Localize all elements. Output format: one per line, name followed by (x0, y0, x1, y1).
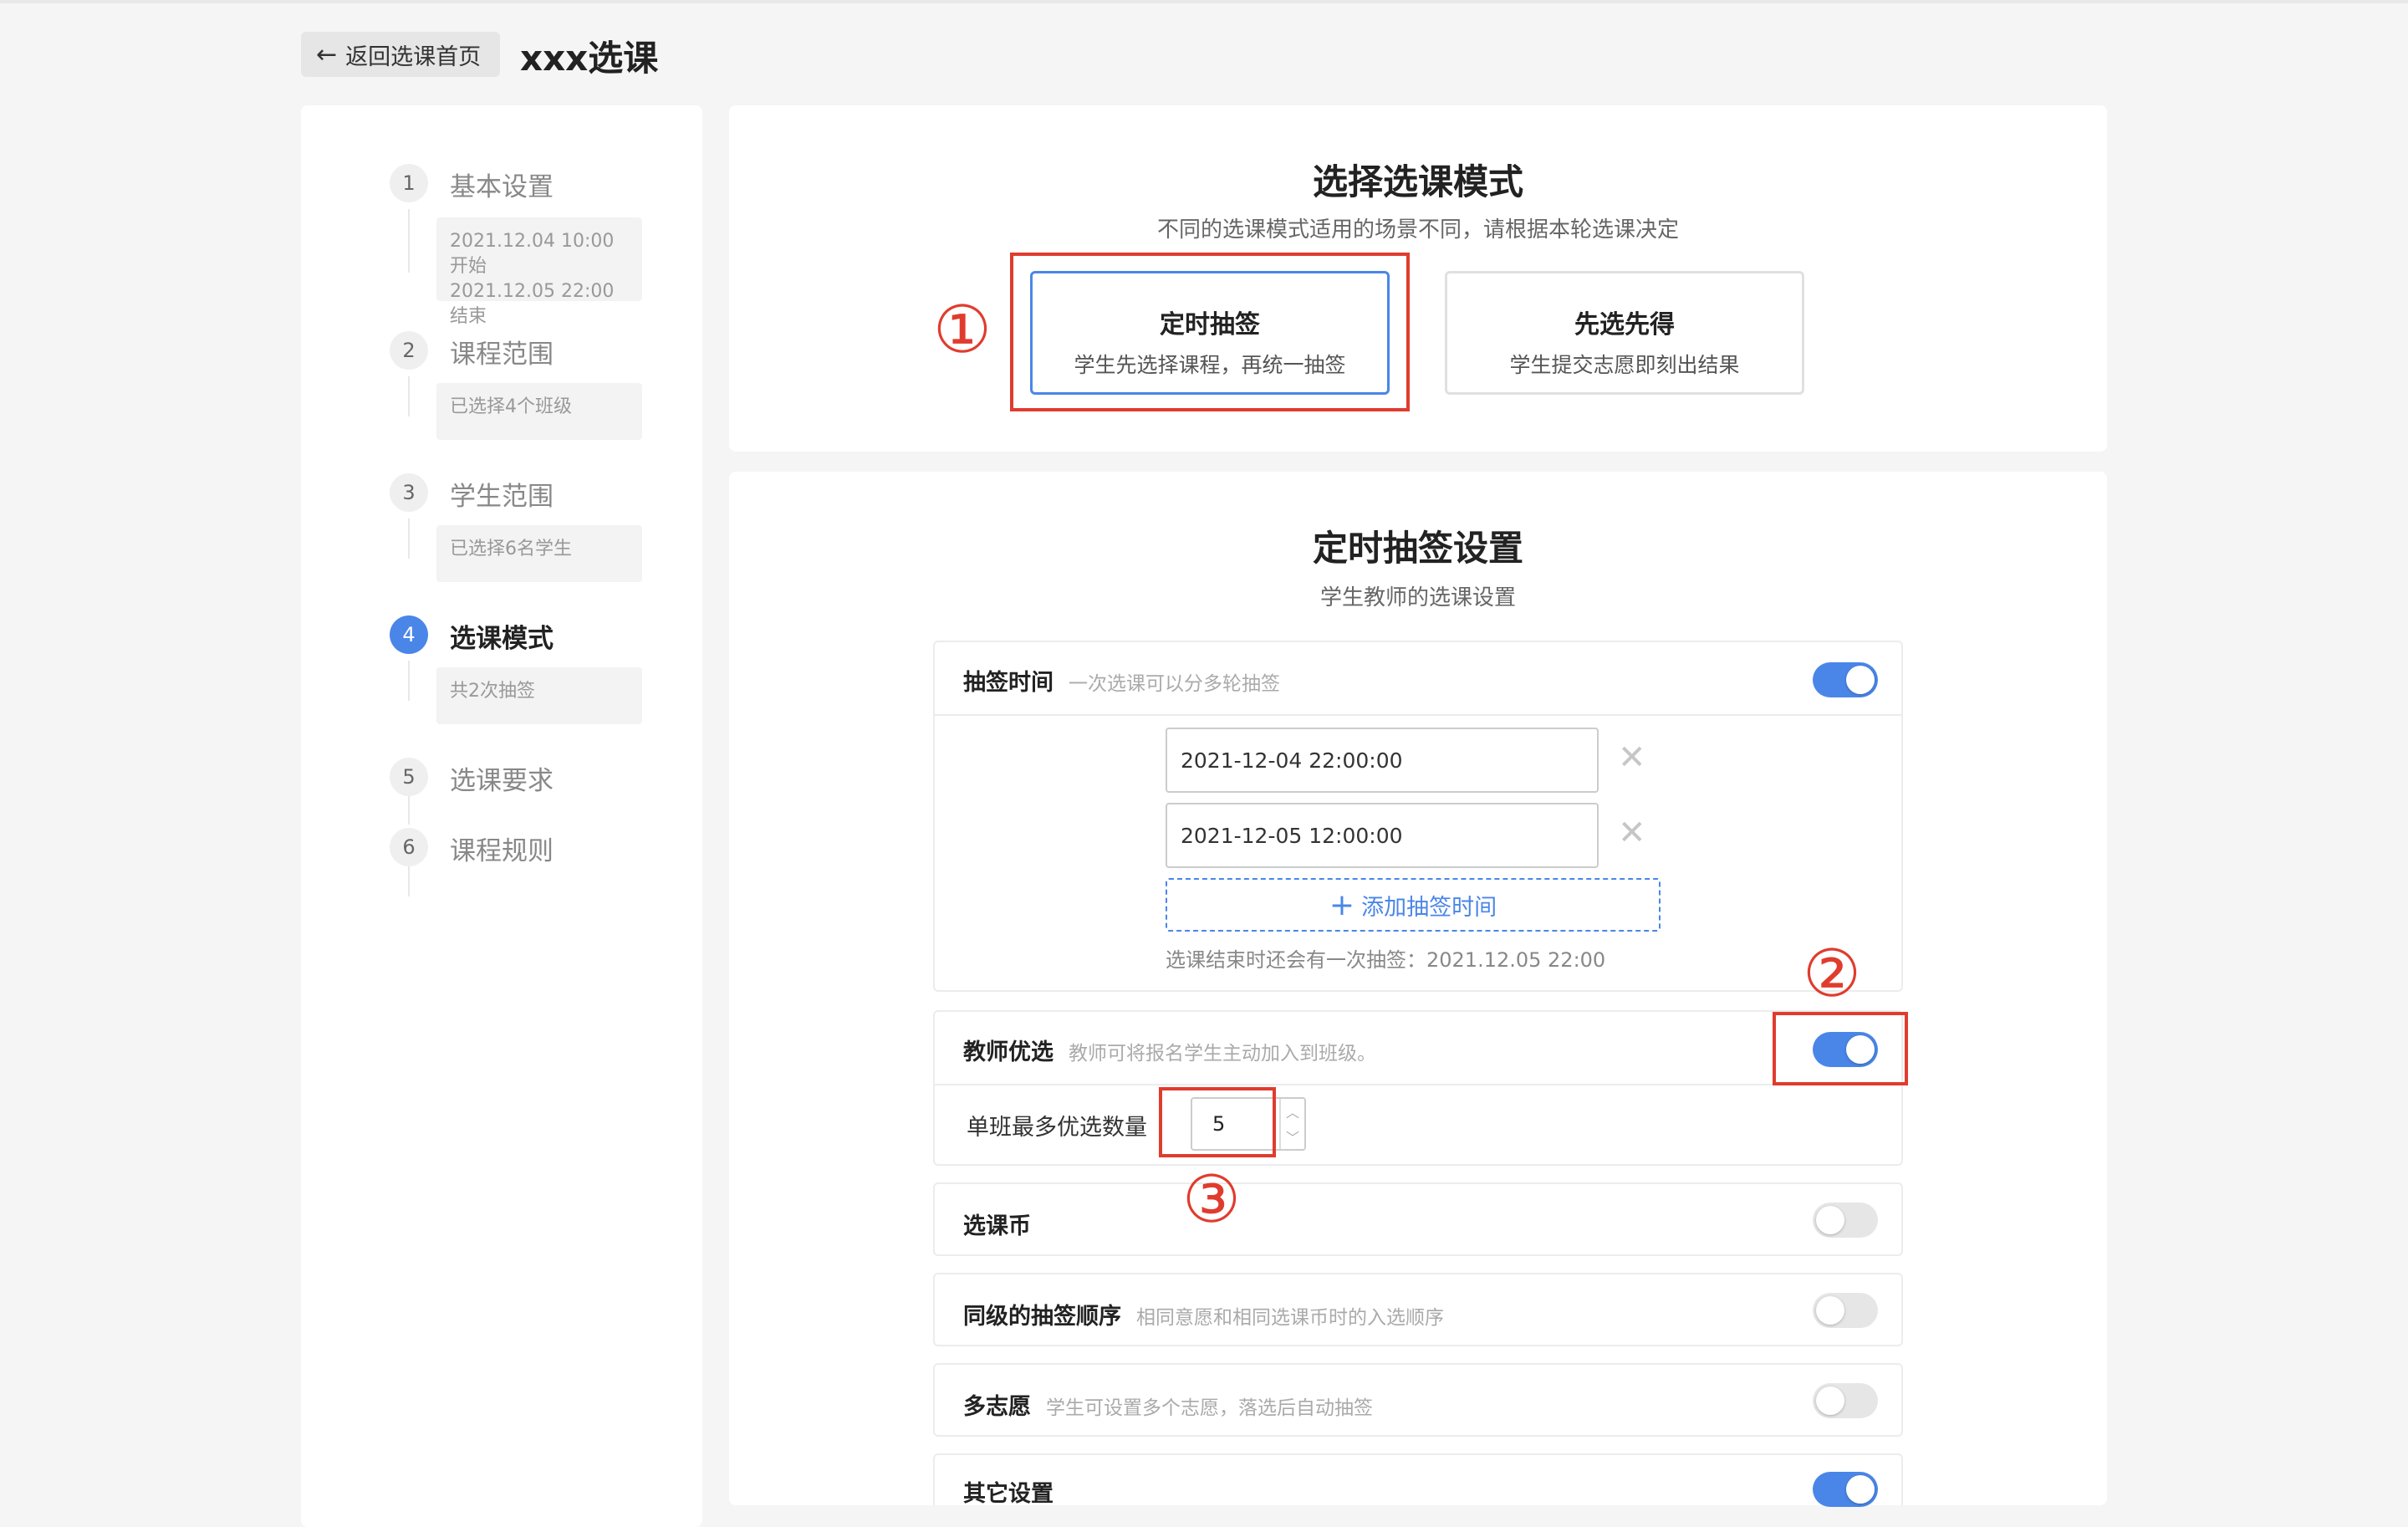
other-settings-toggle[interactable] (1813, 1472, 1878, 1507)
mode-option-first-come[interactable]: 先选先得 学生提交志愿即刻出结果 (1445, 271, 1804, 395)
coins-section: 选课币 (933, 1182, 1903, 1256)
summary-line: 2021.12.05 22:00 结束 (450, 281, 615, 327)
add-draw-time-label: 添加抽签时间 (1361, 894, 1497, 921)
mode-selection-panel: 选择选课模式 不同的选课模式适用的场景不同，请根据本轮选课决定 (729, 105, 2107, 452)
step-number: 3 (390, 473, 428, 512)
teacher-pick-section: 教师优选 教师可将报名学生主动加入到班级。 单班最多优选数量 (933, 1010, 1903, 1166)
teacher-pick-toggle[interactable] (1813, 1032, 1878, 1067)
add-draw-time-button[interactable]: + 添加抽签时间 (1166, 878, 1661, 932)
step-summary: 已选择6名学生 (436, 525, 642, 582)
back-to-home-button[interactable]: ← 返回选课首页 (301, 32, 500, 77)
step-number: 1 (390, 164, 428, 202)
arrow-left-icon: ← (316, 39, 338, 69)
max-pick-stepper[interactable]: 5 ︿ ﹀ (1191, 1097, 1306, 1151)
plus-icon: + (1329, 887, 1355, 922)
summary-line: 共2次抽签 (450, 681, 535, 702)
mode-panel-subtitle: 不同的选课模式适用的场景不同，请根据本轮选课决定 (1156, 217, 1679, 243)
draw-time-input-2[interactable]: 2021-12-05 12:00:00 (1166, 803, 1599, 868)
multi-wish-header: 多志愿 学生可设置多个志愿，落选后自动抽签 (963, 1388, 1373, 1421)
annotation-number-3: ③ (1182, 1162, 1241, 1238)
step-label: 选课要求 (450, 766, 554, 796)
other-settings-label: 其它设置 (963, 1481, 1054, 1507)
top-border (0, 0, 2408, 3)
mode-option-timed-draw[interactable]: 定时抽签 学生先选择课程，再统一抽签 (1030, 271, 1390, 395)
toggle-knob (1816, 1206, 1844, 1234)
mode-option-title: 先选先得 (1574, 310, 1675, 340)
toggle-knob (1846, 666, 1875, 694)
divider (935, 714, 1901, 716)
mode-option-desc: 学生提交志愿即刻出结果 (1509, 353, 1740, 377)
teacher-pick-label: 教师优选 (963, 1039, 1054, 1065)
settings-panel-subtitle: 学生教师的选课设置 (1319, 585, 1516, 610)
multi-wish-toggle[interactable] (1813, 1383, 1878, 1418)
chevron-down-icon[interactable]: ﹀ (1286, 1126, 1299, 1147)
coins-label: 选课币 (963, 1213, 1031, 1239)
toggle-knob (1816, 1387, 1844, 1415)
multi-wish-section: 多志愿 学生可设置多个志愿，落选后自动抽签 (933, 1363, 1903, 1437)
same-level-order-desc: 相同意愿和相同选课币时的入选顺序 (1136, 1307, 1444, 1329)
same-level-order-section: 同级的抽签顺序 相同意愿和相同选课币时的入选顺序 (933, 1273, 1903, 1346)
summary-line: 已选择4个班级 (450, 396, 572, 417)
toggle-knob (1816, 1296, 1844, 1325)
same-level-order-toggle[interactable] (1813, 1293, 1878, 1328)
other-settings-section: 其它设置 (933, 1453, 1903, 1507)
divider (935, 1084, 1901, 1085)
multi-wish-desc: 学生可设置多个志愿，落选后自动抽签 (1046, 1397, 1373, 1419)
steps-sidebar: 1 基本设置 2021.12.04 10:00 开始 2021.12.05 22… (301, 105, 702, 1527)
annotation-number-2: ② (1803, 937, 1861, 1012)
remove-time-1-icon[interactable]: ✕ (1618, 741, 1646, 774)
step-label: 基本设置 (450, 172, 554, 202)
step-summary: 共2次抽签 (436, 667, 642, 724)
same-level-order-label: 同级的抽签顺序 (963, 1304, 1121, 1330)
step-connector (408, 518, 410, 559)
toggle-knob (1846, 1035, 1875, 1064)
step-number: 5 (390, 758, 428, 796)
back-button-label: 返回选课首页 (345, 43, 482, 70)
step-summary: 已选择4个班级 (436, 383, 642, 440)
draw-time-header: 抽签时间 一次选课可以分多轮抽签 (963, 664, 1280, 697)
teacher-pick-desc: 教师可将报名学生主动加入到班级。 (1069, 1043, 1376, 1065)
summary-line: 2021.12.04 10:00 开始 (450, 231, 615, 277)
mode-option-desc: 学生先选择课程，再统一抽签 (1074, 353, 1346, 377)
step-label: 学生范围 (450, 482, 554, 512)
step-connector (408, 376, 410, 416)
coins-toggle[interactable] (1813, 1203, 1878, 1238)
remove-time-2-icon[interactable]: ✕ (1618, 816, 1646, 850)
teacher-pick-header: 教师优选 教师可将报名学生主动加入到班级。 (963, 1034, 1376, 1066)
same-level-order-header: 同级的抽签顺序 相同意愿和相同选课币时的入选顺序 (963, 1298, 1444, 1330)
step-connector (408, 661, 410, 701)
stepper-controls[interactable]: ︿ ﹀ (1279, 1099, 1304, 1149)
step-number: 4 (390, 615, 428, 654)
step-summary: 2021.12.04 10:00 开始 2021.12.05 22:00 结束 (436, 217, 642, 327)
draw-time-input-1[interactable]: 2021-12-04 22:00:00 (1166, 728, 1599, 793)
multi-wish-label: 多志愿 (963, 1394, 1031, 1420)
step-number: 2 (390, 331, 428, 370)
step-label: 课程规则 (450, 836, 554, 866)
draw-time-label: 抽签时间 (963, 670, 1054, 696)
step-label: 课程范围 (450, 340, 554, 370)
step-number: 6 (390, 828, 428, 866)
page-title: xxx选课 (520, 38, 659, 79)
toggle-knob (1846, 1475, 1875, 1504)
step-connector (408, 209, 410, 273)
mode-option-title: 定时抽签 (1160, 310, 1260, 340)
step-label: 选课模式 (450, 624, 554, 654)
max-pick-value: 5 (1212, 1112, 1226, 1136)
final-draw-hint: 选课结束时还会有一次抽签：2021.12.05 22:00 (1166, 948, 1606, 972)
draw-time-desc: 一次选课可以分多轮抽签 (1069, 673, 1280, 695)
chevron-up-icon[interactable]: ︿ (1286, 1101, 1299, 1121)
annotation-number-1: ① (933, 293, 992, 368)
draw-time-toggle[interactable] (1813, 662, 1878, 697)
settings-panel-title: 定时抽签设置 (1312, 528, 1523, 569)
max-pick-label: 单班最多优选数量 (967, 1115, 1147, 1141)
summary-line: 已选择6名学生 (450, 539, 572, 559)
mode-panel-title: 选择选课模式 (1312, 161, 1523, 202)
